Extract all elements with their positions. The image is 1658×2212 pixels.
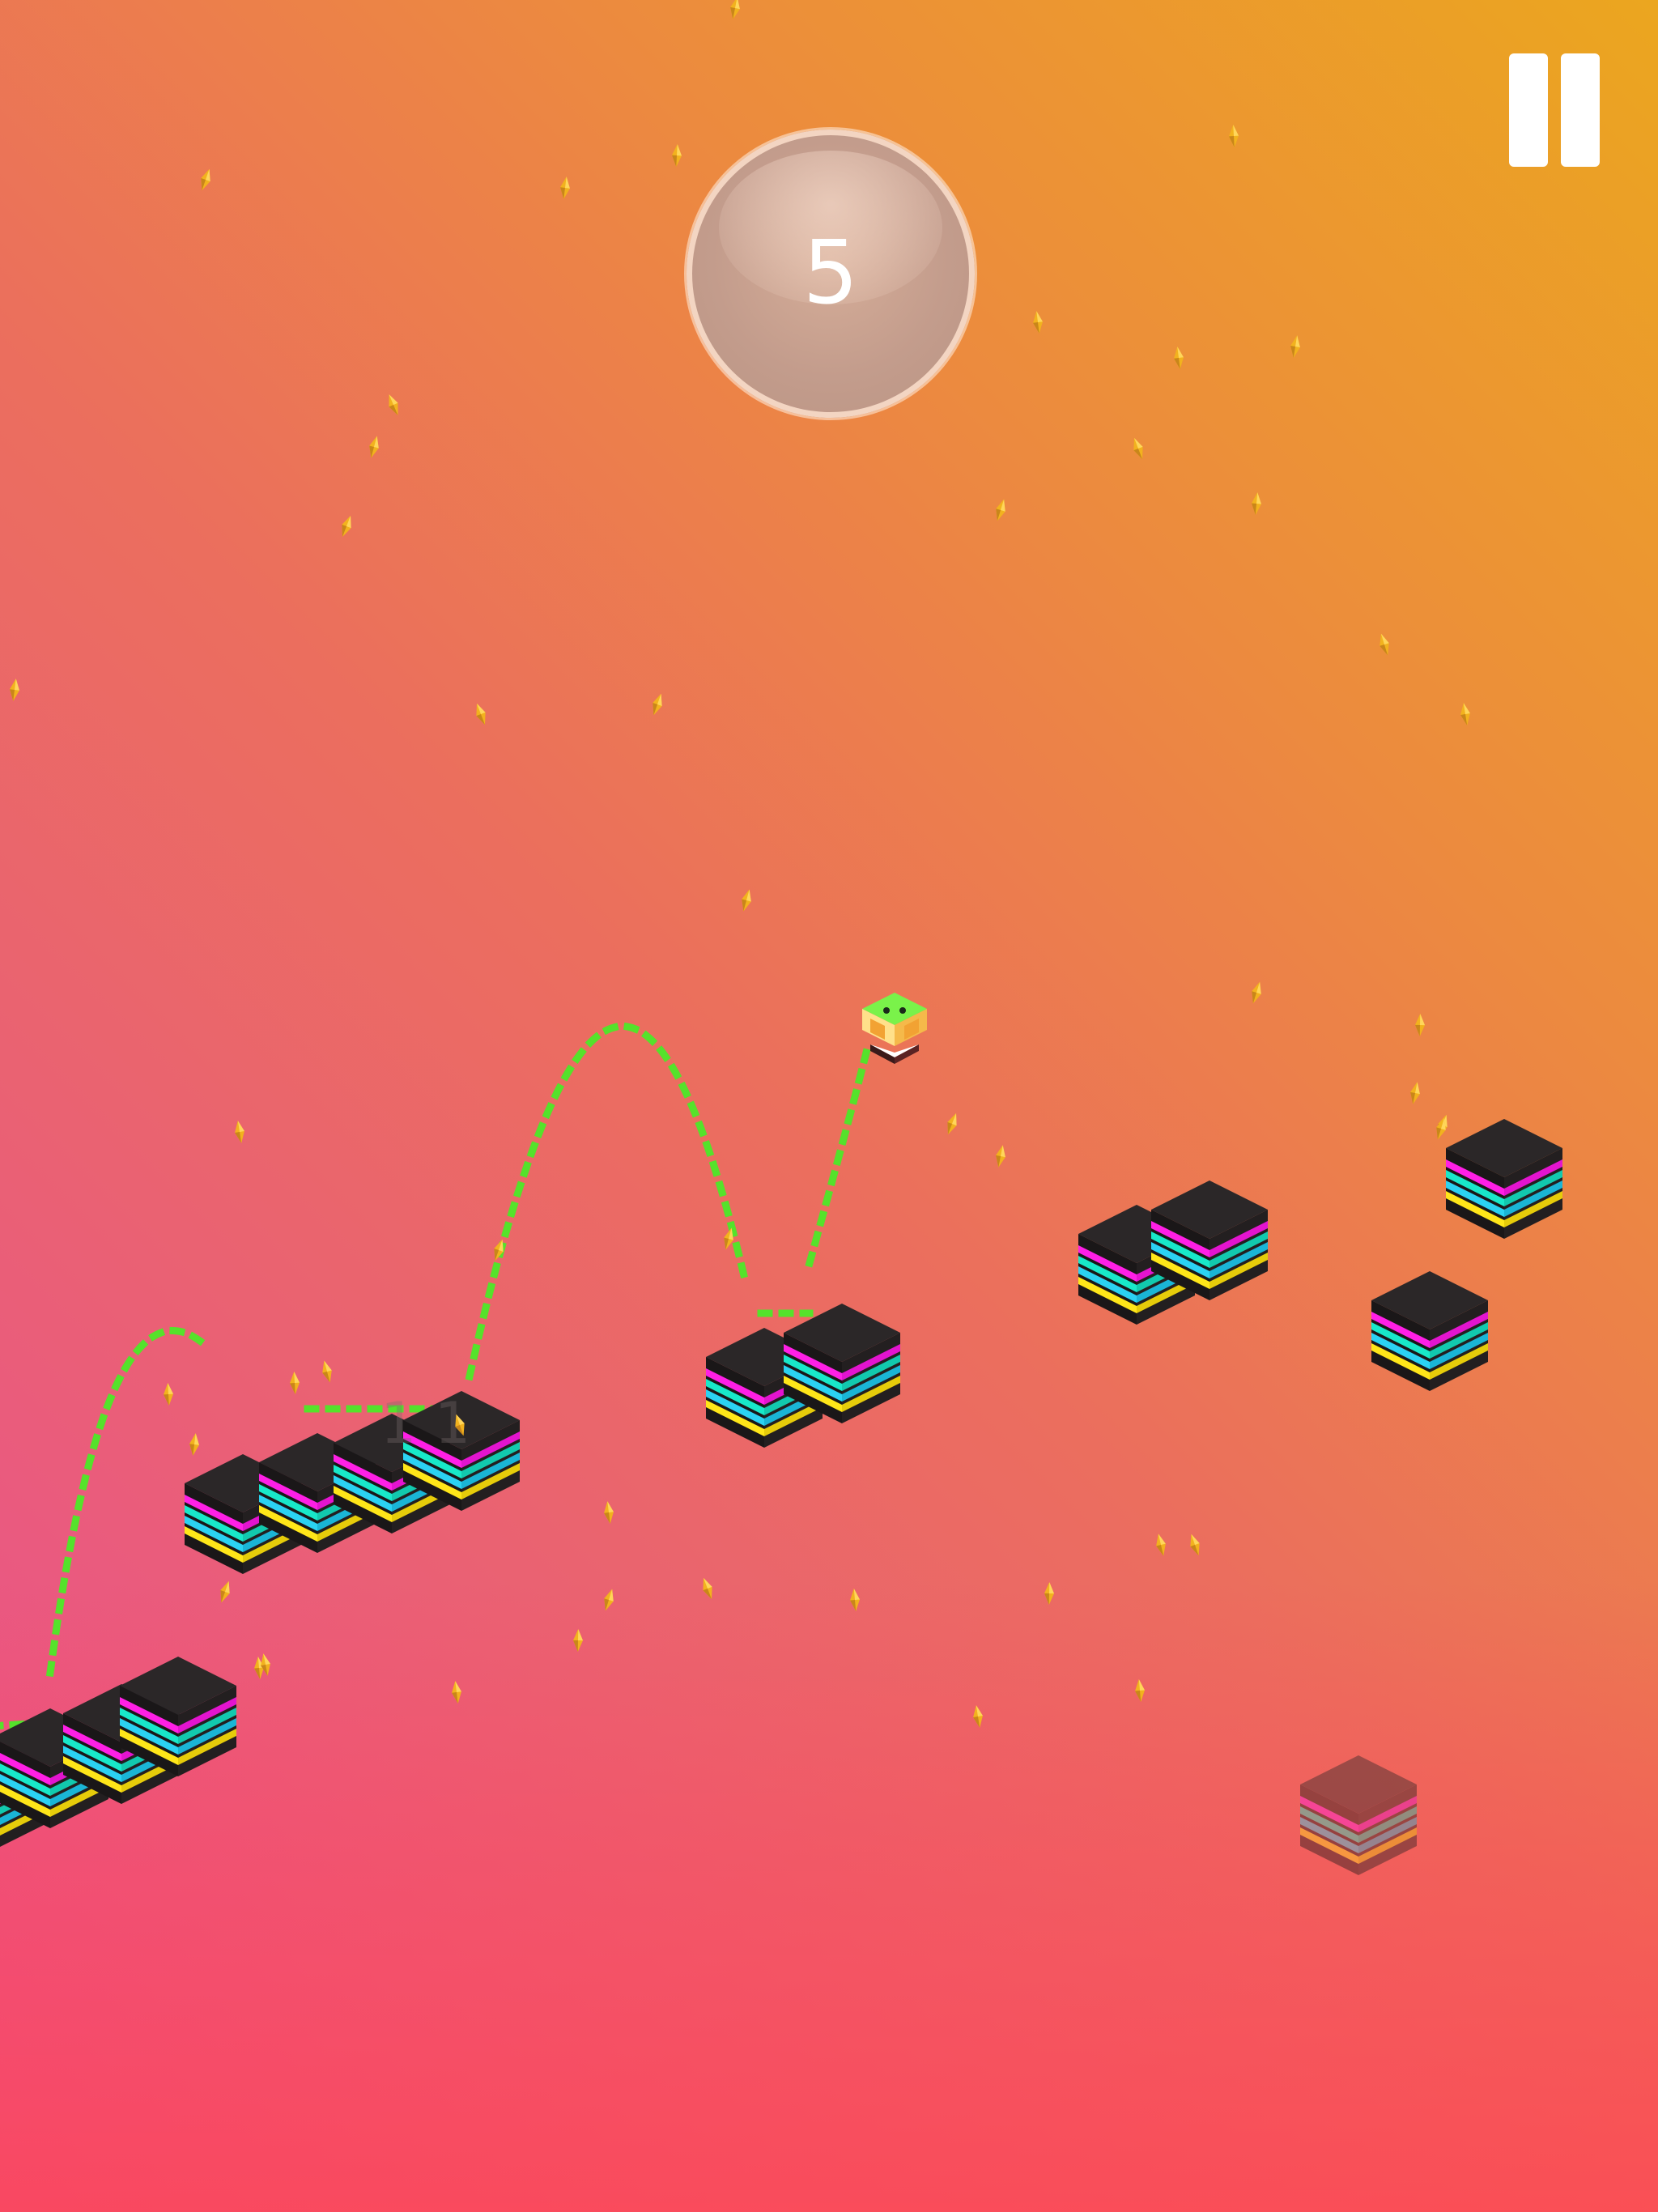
gem-icon [385, 392, 402, 418]
gem-icon [8, 678, 21, 702]
score-badge: 5 [687, 130, 975, 418]
gem-icon [1154, 1533, 1168, 1557]
gem-icon [1376, 632, 1392, 657]
gem-icon [848, 1588, 861, 1612]
gem-icon [289, 1371, 300, 1395]
gem-icon [366, 434, 382, 460]
gem-icon [1250, 491, 1263, 516]
pause-icon [1509, 53, 1548, 167]
trail-segment [465, 1023, 750, 1381]
gem-icon [1133, 1678, 1146, 1703]
pause-button[interactable] [1507, 52, 1601, 170]
gem-icon [216, 1579, 234, 1605]
pause-icon-bar [1561, 53, 1600, 167]
player-character [862, 993, 927, 1064]
ghost-block [1300, 1755, 1417, 1875]
score-value: 5 [802, 223, 859, 324]
trail-segment [805, 1048, 871, 1268]
gem-icon [1044, 1581, 1055, 1606]
platform-block [1371, 1271, 1488, 1391]
gem-icon [1288, 334, 1303, 359]
gem-icon [602, 1500, 615, 1525]
gem-icon [1408, 1081, 1422, 1105]
gem-icon [1172, 346, 1185, 370]
gem-icon [1414, 1013, 1426, 1037]
gem-icon [993, 1144, 1008, 1168]
gem-icon [188, 1432, 201, 1457]
gem-icon [671, 143, 682, 168]
gem-icon [738, 887, 755, 913]
gem-icon [971, 1704, 985, 1729]
gem-icon [601, 1587, 617, 1613]
gem-icon [572, 1628, 584, 1653]
gem-icon [1458, 702, 1473, 726]
gem-icon [1248, 980, 1265, 1006]
gem-icon [450, 1680, 463, 1704]
gem-icon [163, 1382, 174, 1406]
platform-block [1446, 1119, 1562, 1239]
gem-icon [559, 176, 572, 200]
gem-icon [338, 513, 355, 539]
gem-icon [1228, 124, 1239, 148]
gem-icon [993, 497, 1009, 523]
gem-icon [197, 167, 215, 193]
gem-icon [1129, 436, 1147, 462]
gem-icon [699, 1576, 716, 1602]
gem-icon [1186, 1532, 1204, 1558]
gem-icon [943, 1111, 961, 1137]
gem-icon [232, 1120, 247, 1144]
game-stage[interactable]: 1 1 5 [0, 0, 1658, 2212]
gem-icon [648, 691, 666, 717]
gem-icon [1031, 310, 1044, 334]
gem-icon [728, 0, 742, 20]
trail-segment [45, 1327, 210, 1678]
platform-blocks [0, 1119, 1562, 1854]
gem-icon [319, 1359, 335, 1385]
gem-icon [472, 701, 490, 727]
